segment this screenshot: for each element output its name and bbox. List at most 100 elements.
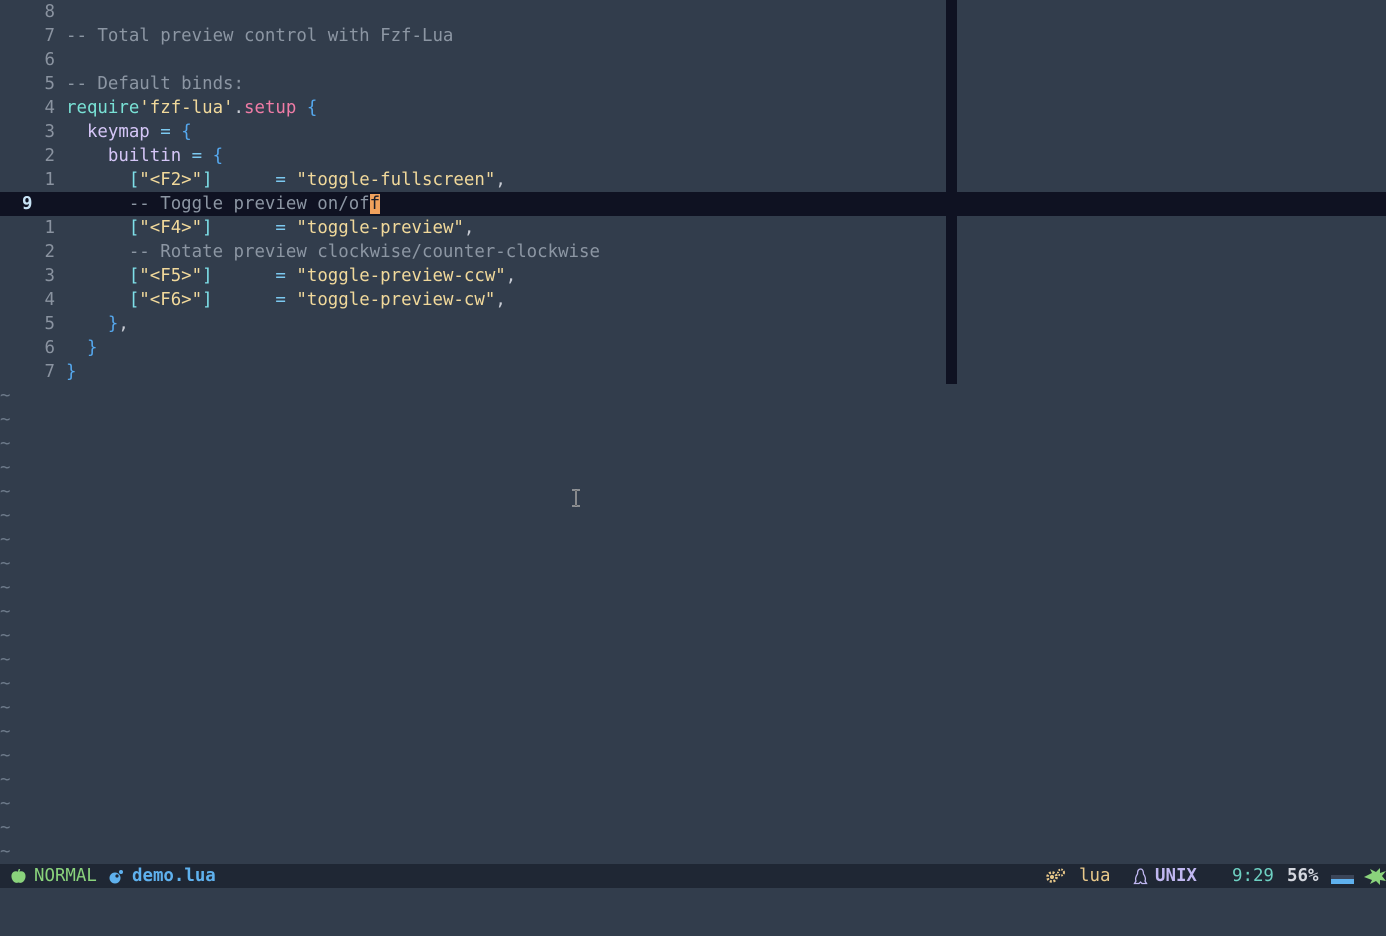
code-token: = <box>149 122 182 142</box>
code-text[interactable]: } <box>66 360 76 384</box>
code-token: = <box>212 290 297 310</box>
line-number: 2 <box>44 242 55 262</box>
tilde-marker: ~ <box>0 746 11 766</box>
code-text[interactable]: -- Toggle preview on/off <box>66 192 381 216</box>
code-text[interactable]: ["<F4>"] = "toggle-preview", <box>66 216 475 240</box>
code-line[interactable]: 7 -- Total preview control with Fzf-Lua <box>0 24 1386 48</box>
empty-line-marker: ~ <box>0 384 1386 408</box>
code-token: "toggle-preview-cw" <box>296 290 496 310</box>
linux-icon <box>1133 868 1148 885</box>
code-line[interactable]: 6 } <box>0 336 1386 360</box>
line-number: 2 <box>44 146 55 166</box>
tilde-marker: ~ <box>0 578 11 598</box>
line-number: 7 <box>44 26 55 46</box>
code-token: . <box>233 98 245 118</box>
code-token: 'fzf-lua' <box>139 98 234 118</box>
code-text[interactable]: -- Default binds: <box>66 72 244 96</box>
code-line[interactable]: 4 require'fzf-lua'.setup { <box>0 96 1386 120</box>
code-text[interactable]: -- Total preview control with Fzf-Lua <box>66 24 453 48</box>
tilde-marker: ~ <box>0 434 11 454</box>
code-text[interactable]: }, <box>66 312 129 336</box>
code-line[interactable]: 5 }, <box>0 312 1386 336</box>
empty-line-marker: ~ <box>0 672 1386 696</box>
code-line[interactable]: 8 <box>0 0 1386 24</box>
empty-line-marker: ~ <box>0 504 1386 528</box>
statusline: NORMAL demo.lua lua UNIX 9:29 56% <box>0 864 1386 888</box>
code-text[interactable]: keymap = { <box>66 120 192 144</box>
tilde-marker: ~ <box>0 530 11 550</box>
gears-icon <box>1046 868 1065 883</box>
line-number: 4 <box>44 290 55 310</box>
code-text[interactable]: -- Rotate preview clockwise/counter-cloc… <box>66 240 600 264</box>
code-text[interactable]: require'fzf-lua'.setup { <box>66 96 317 120</box>
code-line[interactable]: 6 <box>0 48 1386 72</box>
empty-line-marker: ~ <box>0 600 1386 624</box>
command-line[interactable] <box>0 888 1386 936</box>
code-token: ] <box>202 218 213 238</box>
tilde-marker: ~ <box>0 842 11 862</box>
code-token: [ <box>66 290 140 310</box>
code-text[interactable]: ["<F5>"] = "toggle-preview-ccw", <box>66 264 516 288</box>
fileformat: UNIX <box>1155 866 1197 886</box>
line-number: 3 <box>44 266 55 286</box>
code-text[interactable]: ["<F6>"] = "toggle-preview-cw", <box>66 288 506 312</box>
code-token: "<F2>" <box>139 170 203 190</box>
line-number: 6 <box>44 338 55 358</box>
code-token: { <box>306 98 318 118</box>
empty-line-marker: ~ <box>0 552 1386 576</box>
text-cursor: f <box>369 194 381 214</box>
code-token: -- Default binds: <box>66 74 244 94</box>
code-line[interactable]: 3 ["<F5>"] = "toggle-preview-ccw", <box>0 264 1386 288</box>
code-token: require <box>66 98 140 118</box>
code-token: = <box>212 266 297 286</box>
apple-icon <box>11 869 26 883</box>
empty-line-marker: ~ <box>0 480 1386 504</box>
code-token: ] <box>202 266 213 286</box>
line-number: 3 <box>44 122 55 142</box>
filetype: lua <box>1079 866 1111 886</box>
line-number: 1 <box>44 218 55 238</box>
editor-window[interactable]: 8 7 -- Total preview control with Fzf-Lua 6… <box>0 0 1386 864</box>
line-number: 7 <box>44 362 55 382</box>
code-line[interactable]: 5 -- Default binds: <box>0 72 1386 96</box>
empty-line-marker: ~ <box>0 648 1386 672</box>
code-token: ] <box>202 290 213 310</box>
code-token: = <box>181 146 213 166</box>
code-token: { <box>212 146 224 166</box>
tilde-marker: ~ <box>0 506 11 526</box>
code-token: "<F6>" <box>139 290 203 310</box>
tilde-marker: ~ <box>0 458 11 478</box>
empty-line-marker: ~ <box>0 840 1386 864</box>
filename[interactable]: demo.lua <box>132 864 216 888</box>
code-token: -- Toggle preview on/of <box>66 194 370 214</box>
code-text[interactable]: builtin = { <box>66 144 223 168</box>
code-line[interactable]: 7} <box>0 360 1386 384</box>
empty-line-marker: ~ <box>0 432 1386 456</box>
code-text[interactable]: } <box>66 336 97 360</box>
code-token: "<F4>" <box>139 218 203 238</box>
line-number: 5 <box>44 314 55 334</box>
window-split-border[interactable] <box>946 0 957 384</box>
code-token: [ <box>66 218 140 238</box>
empty-line-marker: ~ <box>0 576 1386 600</box>
code-line[interactable]: 4 ["<F6>"] = "toggle-preview-cw", <box>0 288 1386 312</box>
code-line[interactable]: 1 ["<F4>"] = "toggle-preview", <box>0 216 1386 240</box>
current-code-line[interactable]: 9 -- Toggle preview on/off <box>0 192 1386 216</box>
empty-line-marker: ~ <box>0 456 1386 480</box>
code-token: "<F5>" <box>139 266 203 286</box>
code-line[interactable]: 3 keymap = { <box>0 120 1386 144</box>
code-token: = <box>212 170 297 190</box>
code-line[interactable]: 2 builtin = { <box>0 144 1386 168</box>
code-line[interactable]: 1 ["<F2>"] = "toggle-fullscreen", <box>0 168 1386 192</box>
tilde-marker: ~ <box>0 554 11 574</box>
code-text[interactable]: ["<F2>"] = "toggle-fullscreen", <box>66 168 506 192</box>
empty-line-marker: ~ <box>0 792 1386 816</box>
code-token: -- Total preview control with Fzf-Lua <box>66 26 454 46</box>
lua-icon <box>109 870 123 884</box>
code-token: } <box>66 338 98 358</box>
empty-line-marker: ~ <box>0 720 1386 744</box>
code-token: "toggle-preview-ccw" <box>296 266 506 286</box>
code-line[interactable]: 2 -- Rotate preview clockwise/counter-cl… <box>0 240 1386 264</box>
tilde-marker: ~ <box>0 626 11 646</box>
tilde-marker: ~ <box>0 386 11 406</box>
